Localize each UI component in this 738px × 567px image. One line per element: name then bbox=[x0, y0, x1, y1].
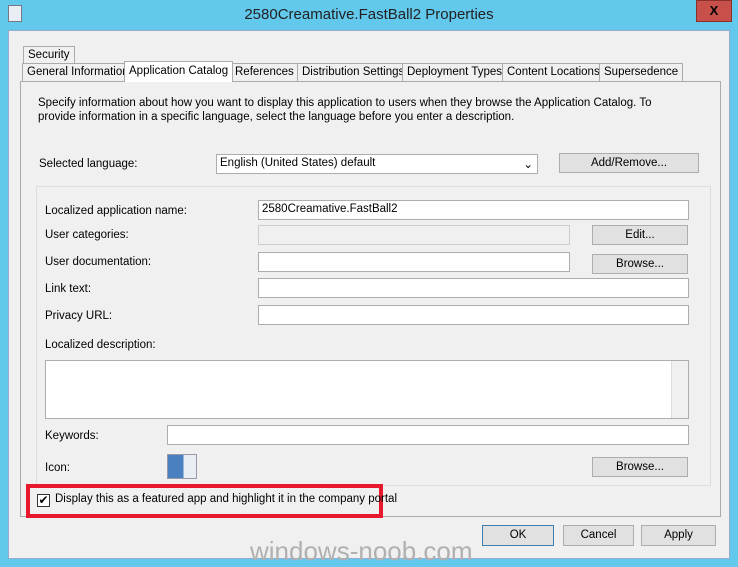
app-name-label: Localized application name: bbox=[45, 205, 187, 217]
apply-button[interactable]: Apply bbox=[641, 525, 716, 546]
link-text-input[interactable] bbox=[258, 278, 689, 298]
title-bar: 2580Creamative.FastBall2 Properties X bbox=[0, 0, 738, 30]
application-icon bbox=[167, 454, 197, 479]
keywords-input[interactable] bbox=[167, 425, 689, 445]
tab-supersedence[interactable]: Supersedence bbox=[599, 63, 684, 81]
watermark: windows-noob.com bbox=[250, 536, 473, 566]
icon-label: Icon: bbox=[45, 462, 70, 474]
browse-documentation-button[interactable]: Browse... bbox=[592, 254, 688, 274]
documentation-input[interactable] bbox=[258, 252, 570, 272]
tab-deployment-types[interactable]: Deployment Types bbox=[402, 63, 508, 81]
tab-content-locations[interactable]: Content Locations bbox=[502, 63, 605, 81]
description-label: Localized description: bbox=[45, 339, 156, 351]
add-remove-button[interactable]: Add/Remove... bbox=[559, 153, 699, 173]
language-value: English (United States) default bbox=[220, 157, 376, 169]
categories-input bbox=[258, 225, 570, 245]
featured-checkbox[interactable]: ✔ bbox=[37, 494, 50, 507]
privacy-url-input[interactable] bbox=[258, 305, 689, 325]
featured-label: Display this as a featured app and highl… bbox=[55, 493, 398, 505]
edit-categories-button[interactable]: Edit... bbox=[592, 225, 688, 245]
documentation-label: User documentation: bbox=[45, 256, 152, 268]
tab-references[interactable]: References bbox=[230, 63, 299, 81]
close-button[interactable]: X bbox=[696, 0, 732, 22]
intro-text: Specify information about how you want t… bbox=[38, 97, 652, 123]
app-name-input[interactable]: 2580Creamative.FastBall2 bbox=[258, 200, 689, 220]
privacy-url-label: Privacy URL: bbox=[45, 310, 113, 322]
cancel-button[interactable]: Cancel bbox=[563, 525, 634, 546]
description-textarea[interactable] bbox=[45, 360, 689, 419]
browse-icon-button[interactable]: Browse... bbox=[592, 457, 688, 477]
tab-distribution-settings[interactable]: Distribution Settings bbox=[297, 63, 410, 81]
language-select[interactable]: English (United States) default ⌄ bbox=[216, 154, 538, 174]
language-label: Selected language: bbox=[39, 158, 138, 170]
window-title: 2580Creamative.FastBall2 Properties bbox=[244, 6, 494, 23]
tab-application-catalog[interactable]: Application Catalog bbox=[124, 61, 234, 82]
categories-label: User categories: bbox=[45, 229, 129, 241]
chevron-down-icon: ⌄ bbox=[523, 159, 533, 171]
tab-security[interactable]: Security bbox=[23, 46, 75, 64]
tab-general-information[interactable]: General Information bbox=[22, 63, 134, 81]
ok-button[interactable]: OK bbox=[482, 525, 554, 546]
description-scrollbar[interactable] bbox=[671, 361, 688, 418]
keywords-label: Keywords: bbox=[45, 430, 99, 442]
link-text-label: Link text: bbox=[45, 283, 92, 295]
